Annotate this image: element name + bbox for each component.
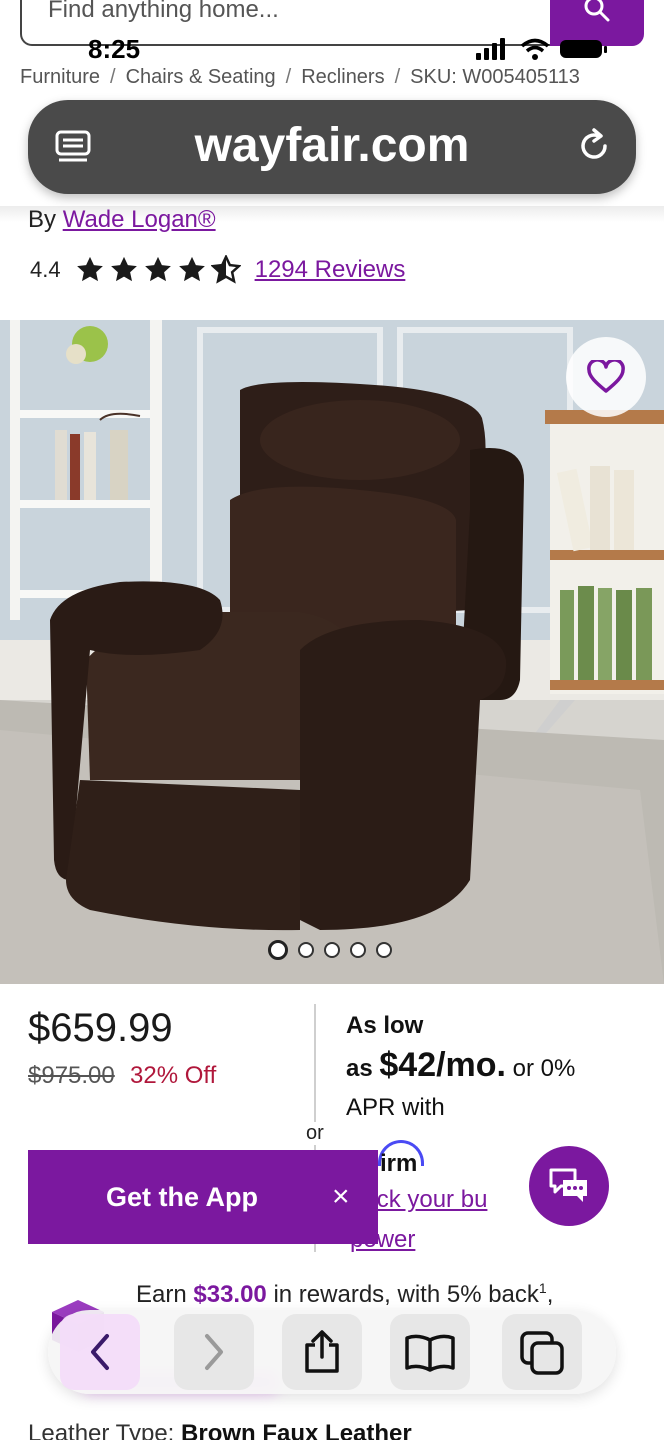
- monthly-price: $42/mo.: [379, 1046, 506, 1084]
- carousel-dot[interactable]: [324, 942, 340, 958]
- financing-heading: As low: [346, 1012, 424, 1039]
- back-button[interactable]: [60, 1314, 140, 1390]
- favorite-button[interactable]: [566, 337, 646, 417]
- by-prefix: By: [28, 206, 57, 233]
- recliner-photo: [0, 320, 664, 984]
- rewards-rest: in rewards, with 5% back: [273, 1281, 539, 1308]
- or-label: or: [304, 1122, 326, 1145]
- star-rating: [75, 255, 241, 285]
- rating-row: 4.4 1294 Reviews: [30, 254, 405, 286]
- chat-icon: [549, 1168, 587, 1202]
- rewards-amount: $33.00: [193, 1281, 267, 1308]
- leather-value: Brown Faux Leather: [181, 1420, 412, 1440]
- image-carousel-dots: [268, 940, 392, 960]
- financing-monthly: as $42/mo. or 0%: [346, 1046, 575, 1085]
- battery-icon: [560, 40, 607, 58]
- apr-suffix: or 0%: [512, 1055, 576, 1082]
- get-app-label: Get the App: [106, 1182, 258, 1212]
- forward-button[interactable]: [174, 1314, 254, 1390]
- carousel-dot[interactable]: [298, 942, 314, 958]
- breadcrumb-sku: SKU: W005405113: [410, 66, 580, 88]
- star-icon: [110, 256, 137, 282]
- rewards-tail: ,: [546, 1281, 554, 1308]
- tabs-button[interactable]: [502, 1314, 582, 1390]
- reviews-link[interactable]: 1294 Reviews: [255, 256, 406, 284]
- close-icon[interactable]: ×: [332, 1180, 350, 1214]
- breadcrumb-recliners[interactable]: Recliners: [301, 66, 384, 88]
- star-icon: [144, 256, 171, 282]
- share-button[interactable]: [282, 1314, 362, 1390]
- rating-value: 4.4: [30, 257, 61, 282]
- get-app-banner[interactable]: Get the App ×: [28, 1150, 378, 1244]
- url-bar[interactable]: wayfair.com: [28, 100, 636, 194]
- chevron-left-icon: [91, 1334, 109, 1370]
- carousel-dot[interactable]: [376, 942, 392, 958]
- star-icon: [76, 256, 103, 282]
- wifi-icon: [520, 38, 550, 60]
- sale-price: $659.99: [28, 1006, 173, 1050]
- breadcrumb: Furniture / Chairs & Seating / Recliners / SKU…: [20, 66, 580, 88]
- half-star-icon: [210, 255, 241, 284]
- leather-type: Leather Type: Brown Faux Leather: [28, 1420, 412, 1440]
- url-text: wayfair.com: [194, 119, 470, 172]
- original-price: $975.00: [28, 1062, 115, 1089]
- tabs-icon: [520, 1331, 564, 1375]
- product-image[interactable]: [0, 320, 664, 984]
- status-icons: [476, 38, 607, 60]
- bookmarks-button[interactable]: [390, 1314, 470, 1390]
- book-icon: [405, 1334, 455, 1372]
- chat-button[interactable]: [529, 1146, 609, 1226]
- status-time: 8:25: [88, 34, 141, 64]
- star-icon: [178, 256, 205, 282]
- rewards-earn: Earn: [136, 1281, 187, 1308]
- heart-icon: [587, 360, 625, 393]
- brand-line: By Wade Logan®: [28, 206, 216, 234]
- brand-link[interactable]: Wade Logan®: [63, 206, 216, 233]
- search-placeholder: Find anything home...: [48, 0, 279, 23]
- signal-icon: [476, 38, 505, 60]
- rewards-text: Earn $33.00 in rewards, with 5% back1,: [136, 1280, 553, 1309]
- chevron-right-icon: [205, 1334, 223, 1370]
- breadcrumb-chairs-seating[interactable]: Chairs & Seating: [126, 66, 276, 88]
- breadcrumb-furniture[interactable]: Furniture: [20, 66, 100, 88]
- financing-as: as: [346, 1055, 373, 1082]
- share-icon: [305, 1330, 339, 1373]
- rewards-footnote: 1: [538, 1280, 547, 1296]
- reload-icon[interactable]: [574, 126, 614, 166]
- affirm-logo: irm: [380, 1150, 418, 1177]
- discount-label: 32% Off: [130, 1062, 217, 1089]
- carousel-dot[interactable]: [350, 942, 366, 958]
- carousel-dot[interactable]: [268, 940, 288, 960]
- browser-toolbar: [48, 1310, 616, 1394]
- leather-label: Leather Type:: [28, 1420, 175, 1440]
- apr-with: APR with: [346, 1094, 445, 1121]
- search-icon: [584, 0, 610, 22]
